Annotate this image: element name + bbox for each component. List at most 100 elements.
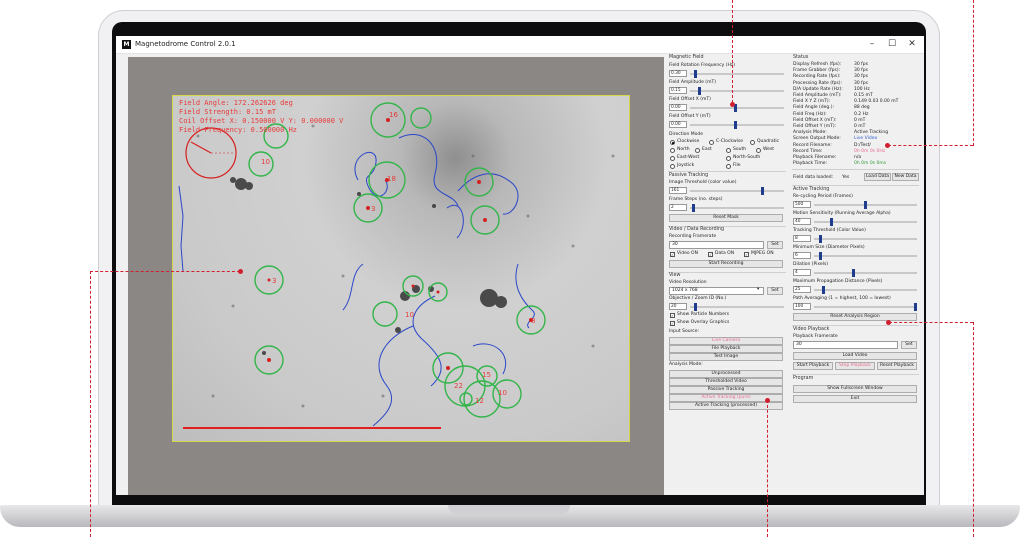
radio-east-west[interactable] bbox=[670, 156, 675, 161]
motion-sensitivity-slider-thumb[interactable] bbox=[830, 218, 833, 226]
min-size-spinbox[interactable]: 6 bbox=[793, 252, 811, 259]
load-video-button[interactable]: Load Video bbox=[793, 352, 917, 360]
live-camera-button[interactable]: Live Camera bbox=[669, 337, 783, 345]
playback-framerate-set-button[interactable]: Set bbox=[901, 341, 917, 349]
show-overlay-checkbox[interactable]: ✓ bbox=[670, 321, 675, 326]
objective-spinbox[interactable]: 20 bbox=[669, 303, 687, 310]
radio-joystick[interactable] bbox=[670, 164, 675, 169]
radio-clockwise[interactable] bbox=[670, 140, 675, 145]
min-size-slider-thumb[interactable] bbox=[819, 252, 822, 260]
offset-y-slider-thumb[interactable] bbox=[734, 121, 737, 129]
exit-button[interactable]: Exit bbox=[793, 395, 917, 403]
data-on-checkbox[interactable]: ✓ bbox=[708, 252, 713, 257]
stop-playback-button[interactable]: Stop Playback bbox=[835, 362, 875, 370]
thresholded-video-button[interactable]: Thresholded Video bbox=[669, 378, 783, 386]
video-resolution-select[interactable]: 1024 x 768 bbox=[669, 287, 764, 295]
direction-mode-label: Direction Mode bbox=[669, 132, 704, 137]
radio-west[interactable] bbox=[756, 148, 761, 153]
dilation-slider-thumb[interactable] bbox=[852, 269, 855, 277]
status-row-value: 0.2 Hz bbox=[854, 111, 869, 117]
radio-west-label: West bbox=[763, 147, 775, 152]
new-data-button[interactable]: New Data bbox=[892, 173, 919, 181]
start-playback-button[interactable]: Start Playback bbox=[793, 362, 833, 370]
reset-analysis-region-button[interactable]: Reset Analysis Region bbox=[793, 313, 917, 321]
reset-playback-button[interactable]: Reset Playback bbox=[877, 362, 917, 370]
objective-label: Objective / Zoom ID (No.) bbox=[669, 296, 727, 301]
image-threshold-slider-thumb[interactable] bbox=[761, 187, 764, 195]
amplitude-slider[interactable] bbox=[690, 90, 784, 92]
video-resolution-set-button[interactable]: Set bbox=[767, 287, 783, 295]
dilation-spinbox[interactable]: 4 bbox=[793, 269, 811, 276]
dilation-slider[interactable] bbox=[814, 272, 917, 274]
frame-steps-spinbox[interactable]: 2 bbox=[669, 204, 687, 211]
radio-file[interactable] bbox=[726, 164, 731, 169]
max-propagation-spinbox[interactable]: 25 bbox=[793, 286, 811, 293]
particle-label: 10 bbox=[405, 311, 414, 319]
objective-slider-thumb[interactable] bbox=[694, 303, 697, 311]
active-tracking-processed-button[interactable]: Active Tracking (processed) bbox=[669, 402, 783, 410]
particle-label: 16 bbox=[389, 111, 398, 119]
rot-freq-spinbox[interactable]: 0.30 bbox=[669, 70, 687, 77]
status-row-label: D/A Update Rate (Hz): bbox=[793, 86, 843, 92]
status-row-value: 88 deg bbox=[854, 105, 870, 111]
recording-framerate-set-button[interactable]: Set bbox=[767, 241, 783, 249]
radio-east[interactable] bbox=[695, 148, 700, 153]
show-numbers-checkbox[interactable]: ✓ bbox=[670, 313, 675, 318]
radio-north[interactable] bbox=[670, 148, 675, 153]
close-button[interactable]: ✕ bbox=[902, 36, 922, 53]
load-data-button[interactable]: Load Data bbox=[864, 173, 891, 181]
radio-south[interactable] bbox=[726, 148, 731, 153]
minimize-button[interactable]: – bbox=[862, 36, 882, 53]
objective-slider[interactable] bbox=[690, 306, 784, 308]
radio-east-label: East bbox=[702, 147, 712, 152]
image-threshold-label: Image Threshold (color value) bbox=[669, 180, 737, 185]
window-title: Magnetodrome Control 2.0.1 bbox=[135, 40, 236, 48]
tracking-threshold-spinbox[interactable]: 8 bbox=[793, 235, 811, 242]
motion-sensitivity-spinbox[interactable]: 40 bbox=[793, 218, 811, 225]
show-fullscreen-button[interactable]: Show Fullscreen Window bbox=[793, 385, 917, 393]
callout-line bbox=[889, 322, 973, 323]
min-size-slider[interactable] bbox=[814, 255, 917, 257]
offset-y-slider[interactable] bbox=[690, 124, 784, 126]
start-recording-button[interactable]: Start Recording bbox=[669, 260, 783, 268]
reset-mask-button[interactable]: Reset Mask bbox=[669, 214, 783, 222]
path-averaging-slider[interactable] bbox=[814, 306, 917, 308]
recycling-spinbox[interactable]: 500 bbox=[793, 201, 811, 208]
path-averaging-slider-thumb[interactable] bbox=[914, 303, 917, 311]
frame-steps-slider-thumb[interactable] bbox=[692, 204, 695, 212]
offset-x-spinbox[interactable]: 0.00 bbox=[669, 104, 687, 111]
recording-framerate-input[interactable]: 30 bbox=[669, 241, 764, 249]
test-image-button[interactable]: Test Image bbox=[669, 353, 783, 361]
rot-freq-slider-thumb[interactable] bbox=[694, 70, 697, 78]
image-threshold-slider[interactable] bbox=[690, 190, 784, 192]
rot-freq-slider[interactable] bbox=[690, 73, 784, 75]
max-propagation-slider[interactable] bbox=[814, 289, 917, 291]
video-on-checkbox[interactable]: ✓ bbox=[670, 252, 675, 257]
radio-north-south[interactable] bbox=[726, 156, 731, 161]
offset-x-slider[interactable] bbox=[690, 107, 784, 109]
tracking-threshold-slider[interactable] bbox=[814, 238, 917, 240]
radio-quadratic[interactable] bbox=[750, 140, 755, 145]
unprocessed-button[interactable]: Unprocessed bbox=[669, 370, 783, 378]
max-propagation-slider-thumb[interactable] bbox=[822, 286, 825, 294]
recording-framerate-label: Recording Framerate bbox=[669, 234, 717, 239]
playback-framerate-input[interactable]: 30 bbox=[793, 341, 898, 349]
mjpeg-on-checkbox[interactable]: ✓ bbox=[744, 252, 749, 257]
tracking-threshold-slider-thumb[interactable] bbox=[819, 235, 822, 243]
path-averaging-spinbox[interactable]: 100 bbox=[793, 303, 811, 310]
show-numbers-label: Show Particle Numbers bbox=[677, 312, 730, 317]
maximize-button[interactable]: ☐ bbox=[882, 36, 902, 53]
data-loaded-value: Yes bbox=[842, 175, 850, 180]
radio-cclockwise[interactable] bbox=[709, 140, 714, 145]
recycling-slider-thumb[interactable] bbox=[864, 201, 867, 209]
callout-line bbox=[888, 145, 973, 146]
amplitude-slider-thumb[interactable] bbox=[698, 87, 701, 95]
file-playback-button[interactable]: File Playback bbox=[669, 345, 783, 353]
overlay-field-frequency: Field Frequency: 0.500000 Hz bbox=[179, 126, 298, 134]
offset-y-spinbox[interactable]: 0.00 bbox=[669, 121, 687, 128]
frame-steps-slider[interactable] bbox=[690, 207, 784, 209]
view-title: View bbox=[669, 273, 681, 278]
amplitude-spinbox[interactable]: 0.15 bbox=[669, 87, 687, 94]
image-threshold-spinbox[interactable]: 161 bbox=[669, 187, 687, 194]
passive-tracking-button[interactable]: Passive Tracking bbox=[669, 386, 783, 394]
